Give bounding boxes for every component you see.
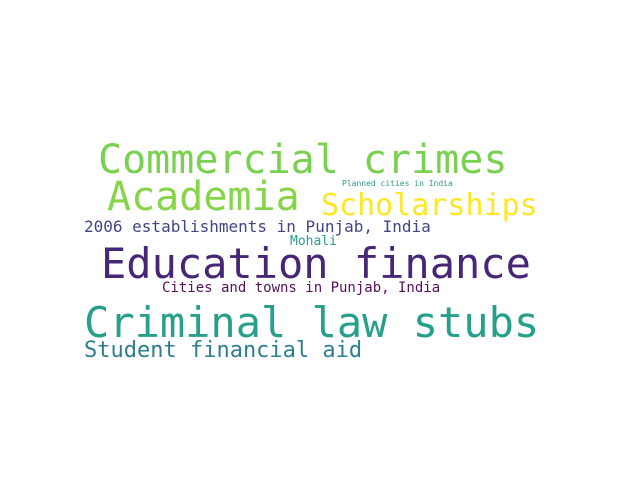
word-2006-establishments-in-punjab: 2006 establishments in Punjab, India bbox=[84, 217, 431, 236]
word-academia: Academia bbox=[107, 174, 300, 220]
word-student-financial-aid: Student financial aid bbox=[84, 338, 363, 363]
word-cloud: Commercial crimes Academia Scholarships … bbox=[0, 0, 640, 480]
word-cities-and-towns-in-punjab: Cities and towns in Punjab, India bbox=[162, 280, 441, 296]
word-education-finance: Education finance bbox=[101, 239, 531, 288]
word-planned-cities-in-india: Planned cities in India bbox=[342, 179, 453, 188]
